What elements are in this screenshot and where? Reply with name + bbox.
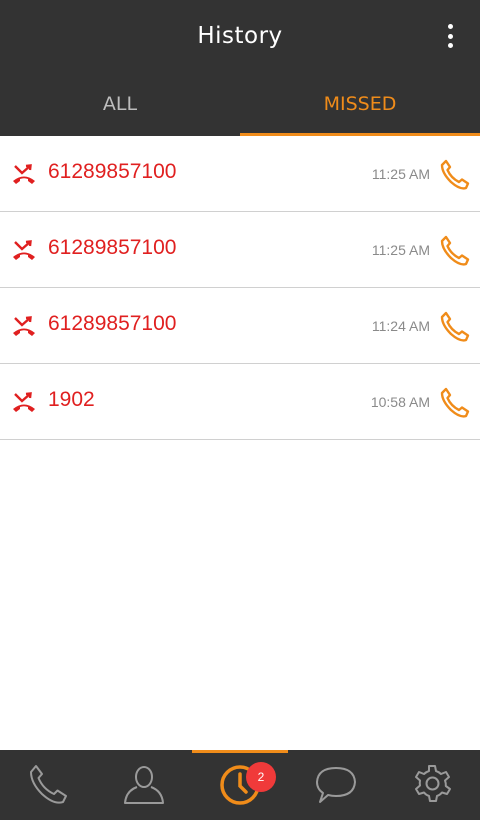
phone-number: 61289857100 xyxy=(48,236,177,259)
phone-number: 1902 xyxy=(48,388,95,411)
tab-missed[interactable]: MISSED xyxy=(240,72,480,136)
call-time: 11:24 AM xyxy=(371,318,430,334)
call-row[interactable]: 1902 10:58 AM xyxy=(0,364,480,440)
call-back-icon[interactable] xyxy=(438,386,472,420)
call-back-icon[interactable] xyxy=(438,158,472,192)
call-back-icon[interactable] xyxy=(438,234,472,268)
missed-count-badge: 2 xyxy=(246,762,276,792)
nav-phone[interactable] xyxy=(0,750,96,820)
call-back-icon[interactable] xyxy=(438,310,472,344)
call-time: 11:25 AM xyxy=(371,166,430,182)
tab-all[interactable]: ALL xyxy=(0,72,240,136)
call-time: 10:58 AM xyxy=(370,394,430,410)
call-row[interactable]: 61289857100 11:25 AM xyxy=(0,136,480,212)
call-history-list: 61289857100 11:25 AM 61289857100 11:25 A… xyxy=(0,136,480,440)
phone-number: 61289857100 xyxy=(48,160,177,183)
bottom-navigation: 2 xyxy=(0,750,480,820)
phone-number: 61289857100 xyxy=(48,312,177,335)
missed-call-icon xyxy=(13,240,35,260)
nav-history[interactable]: 2 xyxy=(192,750,288,820)
nav-settings[interactable] xyxy=(384,750,480,820)
nav-contacts[interactable] xyxy=(96,750,192,820)
nav-chat[interactable] xyxy=(288,750,384,820)
call-time: 11:25 AM xyxy=(371,242,430,258)
missed-call-icon xyxy=(13,316,35,336)
missed-call-icon xyxy=(13,164,35,184)
page-title: History xyxy=(197,23,283,49)
phone-icon xyxy=(30,765,67,804)
tab-bar: ALL MISSED xyxy=(0,72,480,136)
missed-call-icon xyxy=(13,392,35,412)
contacts-icon xyxy=(124,766,164,804)
settings-gear-icon xyxy=(415,765,451,802)
overflow-menu-icon[interactable] xyxy=(438,22,462,50)
call-row[interactable]: 61289857100 11:25 AM xyxy=(0,212,480,288)
chat-icon xyxy=(316,767,356,803)
top-app-bar: History xyxy=(0,0,480,72)
call-row[interactable]: 61289857100 11:24 AM xyxy=(0,288,480,364)
